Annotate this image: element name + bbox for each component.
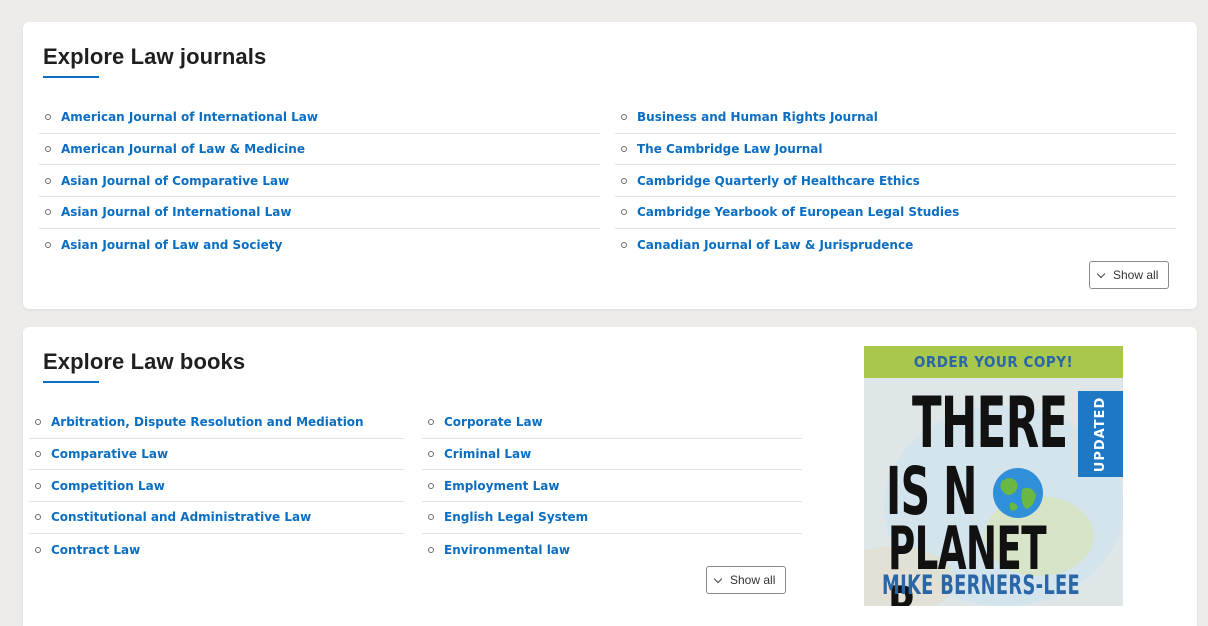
journal-link[interactable]: Asian Journal of Law and Society [39,229,600,261]
book-subject-link[interactable]: Constitutional and Administrative Law [29,502,404,534]
bullet-icon [621,177,627,184]
bullet-icon [45,114,51,121]
globe-icon [993,468,1043,518]
journals-list-right: Business and Human Rights Journal The Ca… [615,102,1176,260]
journal-link[interactable]: The Cambridge Law Journal [615,134,1176,166]
journal-link[interactable]: American Journal of Law & Medicine [39,134,600,166]
book-subject-link[interactable]: Arbitration, Dispute Resolution and Medi… [29,407,404,439]
bullet-icon [45,241,51,248]
journals-heading: Explore Law journals [43,44,267,69]
journal-link[interactable]: American Journal of International Law [39,102,600,134]
bullet-icon [428,482,434,489]
journal-link[interactable]: Asian Journal of International Law [39,197,600,229]
journal-link[interactable]: Canadian Journal of Law & Jurisprudence [615,229,1176,261]
bullet-icon [35,546,41,553]
journals-section: Explore Law journals American Journal of… [23,22,1197,309]
book-subject-link[interactable]: Environmental law [422,534,802,566]
ad-title-line1: THERE [912,382,1068,464]
books-list-left: Arbitration, Dispute Resolution and Medi… [29,407,404,565]
bullet-icon [45,146,51,153]
chevron-down-icon [713,574,723,583]
bullet-icon [35,482,41,489]
bullet-icon [45,209,51,216]
journals-show-all-button[interactable]: Show all [1089,261,1170,289]
journal-link[interactable]: Cambridge Yearbook of European Legal Stu… [615,197,1176,229]
book-subject-link[interactable]: Criminal Law [422,439,802,471]
updated-badge-text: UPDATED [1093,396,1108,472]
bullet-icon [428,419,434,426]
book-subject-link[interactable]: Contract Law [29,534,404,566]
book-subject-link[interactable]: Corporate Law [422,407,802,439]
ad-author: MIKE BERNERS-LEE [882,570,1081,601]
book-subject-link[interactable]: Employment Law [422,470,802,503]
bullet-icon [621,209,627,216]
book-advertisement[interactable]: ORDER YOUR COPY! UPDATED THERE IS N PLAN… [864,346,1123,606]
bullet-icon [621,241,627,248]
journal-link[interactable]: Cambridge Quarterly of Healthcare Ethics [615,165,1176,198]
heading-underline [43,381,99,383]
bullet-icon [621,146,627,153]
bullet-icon [621,114,627,121]
bullet-icon [35,451,41,458]
book-subject-link[interactable]: English Legal System [422,502,802,534]
books-show-all-button[interactable]: Show all [706,566,787,594]
bullet-icon [45,177,51,184]
bullet-icon [35,514,41,521]
bullet-icon [428,451,434,458]
bullet-icon [35,419,41,426]
bullet-icon [428,546,434,553]
book-subject-link[interactable]: Comparative Law [29,439,404,471]
heading-underline [43,76,99,78]
journal-link[interactable]: Business and Human Rights Journal [615,102,1176,134]
books-heading: Explore Law books [43,349,246,374]
books-list-right: Corporate Law Criminal Law Employment La… [422,407,802,565]
journal-link[interactable]: Asian Journal of Comparative Law [39,165,600,198]
journals-list-left: American Journal of International Law Am… [39,102,600,260]
chevron-down-icon [1096,269,1106,278]
book-subject-link[interactable]: Competition Law [29,470,404,503]
bullet-icon [428,514,434,521]
ad-banner: ORDER YOUR COPY! [864,346,1123,378]
